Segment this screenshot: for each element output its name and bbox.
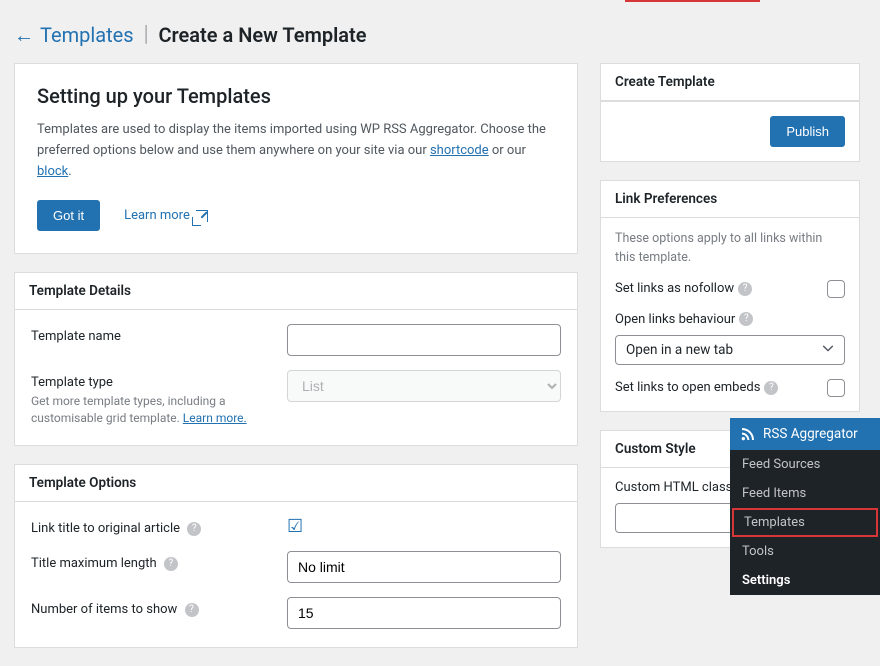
help-icon[interactable]: ? (185, 603, 199, 617)
link-title-label: Link title to original article (31, 521, 180, 536)
nofollow-checkbox[interactable] (827, 280, 845, 298)
behavior-label: Open links behaviour (615, 312, 735, 327)
admin-flyout-menu: RSS Aggregator Feed Sources Feed Items T… (730, 418, 880, 595)
embeds-checkbox[interactable] (827, 379, 845, 397)
intro-heading: Setting up your Templates (37, 84, 555, 108)
template-type-hint: Get more template types, including a cus… (31, 393, 287, 427)
num-items-input[interactable] (287, 597, 561, 629)
help-icon[interactable]: ? (738, 282, 752, 296)
rss-icon (740, 426, 756, 442)
embeds-label: Set links to open embeds (615, 380, 760, 395)
custom-class-label: Custom HTML class (615, 480, 732, 495)
title-max-input[interactable] (287, 551, 561, 583)
learn-more-label: Learn more (124, 208, 190, 223)
page-header: ← Templates | Create a New Template (14, 10, 860, 63)
template-options-panel: Template Options Link title to original … (14, 464, 578, 648)
open-links-value: Open in a new tab (626, 342, 733, 358)
help-icon[interactable]: ? (764, 381, 778, 395)
template-details-panel: Template Details Template name Template … (14, 272, 578, 446)
template-details-heading: Template Details (15, 273, 577, 310)
admin-menu-header[interactable]: RSS Aggregator (730, 418, 880, 450)
breadcrumb-link[interactable]: Templates (40, 23, 134, 47)
create-template-panel: Create Template Publish (600, 63, 860, 162)
help-icon[interactable]: ? (164, 557, 178, 571)
menu-item-feed-items[interactable]: Feed Items (730, 479, 880, 508)
admin-menu-title: RSS Aggregator (763, 426, 858, 442)
create-template-heading: Create Template (601, 64, 859, 101)
title-max-label: Title maximum length (31, 556, 157, 571)
intro-panel: Setting up your Templates Templates are … (14, 63, 578, 254)
block-link[interactable]: block (37, 164, 68, 179)
help-icon[interactable]: ? (187, 522, 201, 536)
publish-button[interactable]: Publish (770, 116, 845, 147)
menu-item-templates[interactable]: Templates (732, 508, 878, 537)
help-icon[interactable]: ? (739, 312, 753, 326)
intro-text-suffix: . (68, 164, 71, 179)
template-name-input[interactable] (287, 324, 561, 356)
template-options-heading: Template Options (15, 465, 577, 502)
open-links-select[interactable]: Open in a new tab (615, 335, 845, 365)
template-name-label: Template name (31, 329, 121, 344)
back-arrow-icon[interactable]: ← (14, 25, 34, 45)
got-it-button[interactable]: Got it (37, 200, 100, 231)
menu-item-settings[interactable]: Settings (730, 566, 880, 595)
link-prefs-note: These options apply to all links within … (615, 230, 845, 268)
link-preferences-heading: Link Preferences (601, 181, 859, 218)
link-preferences-panel: Link Preferences These options apply to … (600, 180, 860, 412)
menu-item-tools[interactable]: Tools (730, 537, 880, 566)
shortcode-link[interactable]: shortcode (430, 143, 489, 158)
num-items-label: Number of items to show (31, 602, 177, 617)
template-type-learn-more-link[interactable]: Learn more. (183, 411, 247, 425)
nofollow-label: Set links as nofollow (615, 281, 734, 296)
intro-text: Templates are used to display the items … (37, 120, 555, 182)
template-type-label: Template type (31, 375, 113, 390)
link-title-checkbox[interactable]: ☑ (287, 516, 303, 537)
template-type-select[interactable]: List (287, 370, 561, 402)
intro-text-mid: or our (489, 143, 526, 158)
page-title: Create a New Template (158, 23, 366, 47)
external-link-icon (196, 210, 208, 222)
breadcrumb-divider: | (144, 22, 149, 47)
menu-item-feed-sources[interactable]: Feed Sources (730, 450, 880, 479)
learn-more-link[interactable]: Learn more (124, 208, 208, 223)
